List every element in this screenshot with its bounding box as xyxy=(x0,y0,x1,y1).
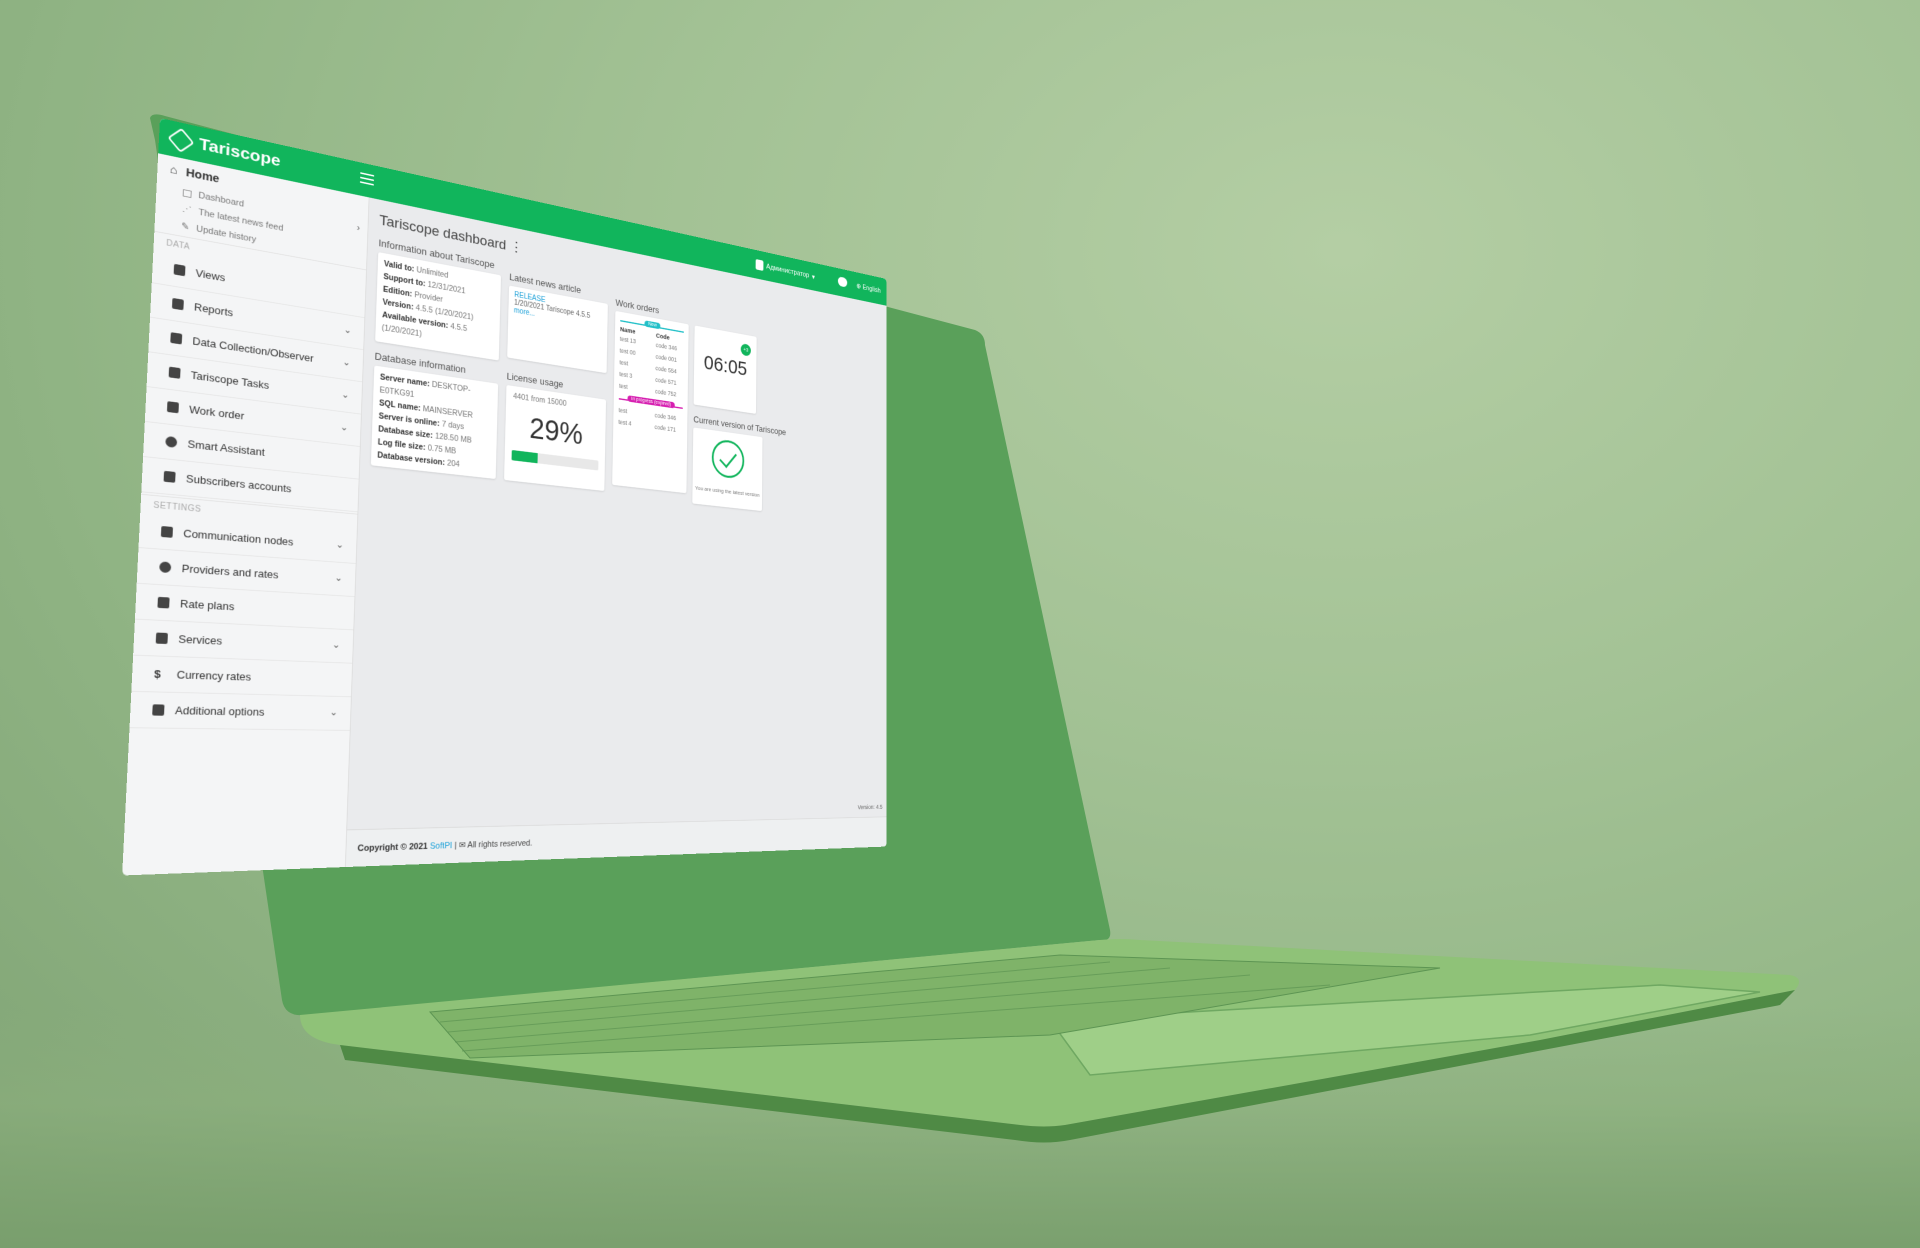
sidebar: ⌂ Home Dashboard › ⋰ The latest news fee… xyxy=(122,153,369,875)
row-code: code 752 xyxy=(655,387,676,397)
home-icon: ⌂ xyxy=(170,162,178,176)
db-value: 7 days xyxy=(442,420,465,432)
services-icon xyxy=(156,632,168,644)
sidebar-item-label: Providers and rates xyxy=(181,562,278,581)
row-name: test 4 xyxy=(618,418,654,430)
version-badge: Version: 4.5 xyxy=(858,804,883,811)
accounts-icon xyxy=(164,471,176,483)
check-circle-icon xyxy=(712,438,745,480)
chevron-down-icon: ⌄ xyxy=(342,356,350,368)
chevron-down-icon: ⌄ xyxy=(329,706,337,717)
database-card: Server name: DESKTOP-E0TKG91 SQL name: M… xyxy=(371,366,498,480)
sidebar-item-label: Additional options xyxy=(175,704,265,718)
sidebar-item-label: Home xyxy=(186,166,220,186)
sidebar-item-label: Views xyxy=(195,267,225,284)
row-code: code 571 xyxy=(655,376,676,386)
language-selector[interactable]: ⊕ English xyxy=(856,282,880,295)
db-value: 204 xyxy=(447,459,460,469)
chat-icon[interactable] xyxy=(838,276,847,287)
mail-icon[interactable]: | ✉ xyxy=(454,841,465,851)
sidebar-item-label: Services xyxy=(178,633,222,647)
chevron-down-icon: ⌄ xyxy=(336,539,344,551)
clock-card: 06:05 +3 xyxy=(694,325,757,413)
sidebar-item-label: Rate plans xyxy=(180,597,235,613)
footer-rights: All rights reserved. xyxy=(467,839,532,850)
chevron-right-icon: › xyxy=(357,222,360,233)
sidebar-item-label: Smart Assistant xyxy=(187,438,265,459)
version-note: You are using the latest version xyxy=(692,484,762,498)
chevron-down-icon: ⌄ xyxy=(340,421,348,433)
row-code: code 554 xyxy=(655,364,676,374)
sidebar-item-currency-rates[interactable]: $ Currency rates xyxy=(131,656,352,698)
more-vertical-icon[interactable]: ⋮ xyxy=(510,239,523,257)
dollar-icon: $ xyxy=(154,667,166,680)
license-card: 4401 from 15000 29% xyxy=(504,385,606,491)
sidebar-item-label: Reports xyxy=(194,301,234,319)
check-icon xyxy=(719,447,737,468)
work-orders-card: New Name Code test 13 code 346 test 00 cod… xyxy=(612,311,689,493)
sidebar-item-label: Subscribers accounts xyxy=(186,472,292,495)
info-icon xyxy=(165,436,177,448)
footer-company-link[interactable]: SoftPI xyxy=(430,841,453,851)
plan-icon xyxy=(157,597,169,609)
clock-badge: +3 xyxy=(741,343,751,357)
collection-icon xyxy=(170,332,182,344)
license-percent: 29% xyxy=(512,410,599,454)
license-progress-bar xyxy=(512,450,599,471)
tasks-icon xyxy=(169,367,181,379)
row-code: code 346 xyxy=(655,411,676,421)
main-content: Tariscope dashboard ⋮ Information about … xyxy=(346,198,887,868)
avatar xyxy=(756,259,764,271)
sidebar-item-additional-options[interactable]: Additional options ⌄ xyxy=(129,692,350,731)
menu-toggle-icon[interactable] xyxy=(360,172,374,185)
user-menu[interactable]: Администратор ▾ xyxy=(756,259,815,282)
monitor-icon xyxy=(183,189,192,198)
footer-copyright: Copyright © 2021 xyxy=(357,842,427,854)
rocket-icon xyxy=(152,704,164,715)
news-card: RELEASE 1/20/2021 Tariscope 4.5.5 more..… xyxy=(507,286,608,374)
rss-icon: ⋰ xyxy=(182,204,192,216)
row-code: code 171 xyxy=(655,423,676,433)
report-icon xyxy=(172,298,184,310)
table-icon xyxy=(174,264,186,276)
user-name: Администратор xyxy=(766,263,809,280)
caret-down-icon: ▾ xyxy=(812,272,815,281)
chevron-down-icon: ⌄ xyxy=(344,324,352,336)
user-icon xyxy=(167,401,179,413)
sidebar-item-label: Tariscope Tasks xyxy=(191,369,270,392)
chevron-down-icon: ⌄ xyxy=(334,572,342,584)
status-new-badge: New xyxy=(644,320,660,329)
chevron-down-icon: ⌄ xyxy=(341,389,349,401)
license-progress-fill xyxy=(512,450,538,463)
row-name: test xyxy=(619,382,655,394)
logo-icon xyxy=(167,128,194,153)
db-value: 0.75 MB xyxy=(428,443,457,455)
globe-icon xyxy=(159,561,171,573)
sidebar-item-label: Communication nodes xyxy=(183,527,294,548)
nodes-icon xyxy=(161,526,173,538)
edit-icon: ✎ xyxy=(181,220,190,232)
language-label: English xyxy=(862,283,880,294)
version-card: You are using the latest version xyxy=(692,427,762,511)
sidebar-item-label: Currency rates xyxy=(176,668,251,683)
sidebar-item-label: Work order xyxy=(189,403,245,422)
chevron-down-icon: ⌄ xyxy=(332,639,340,651)
